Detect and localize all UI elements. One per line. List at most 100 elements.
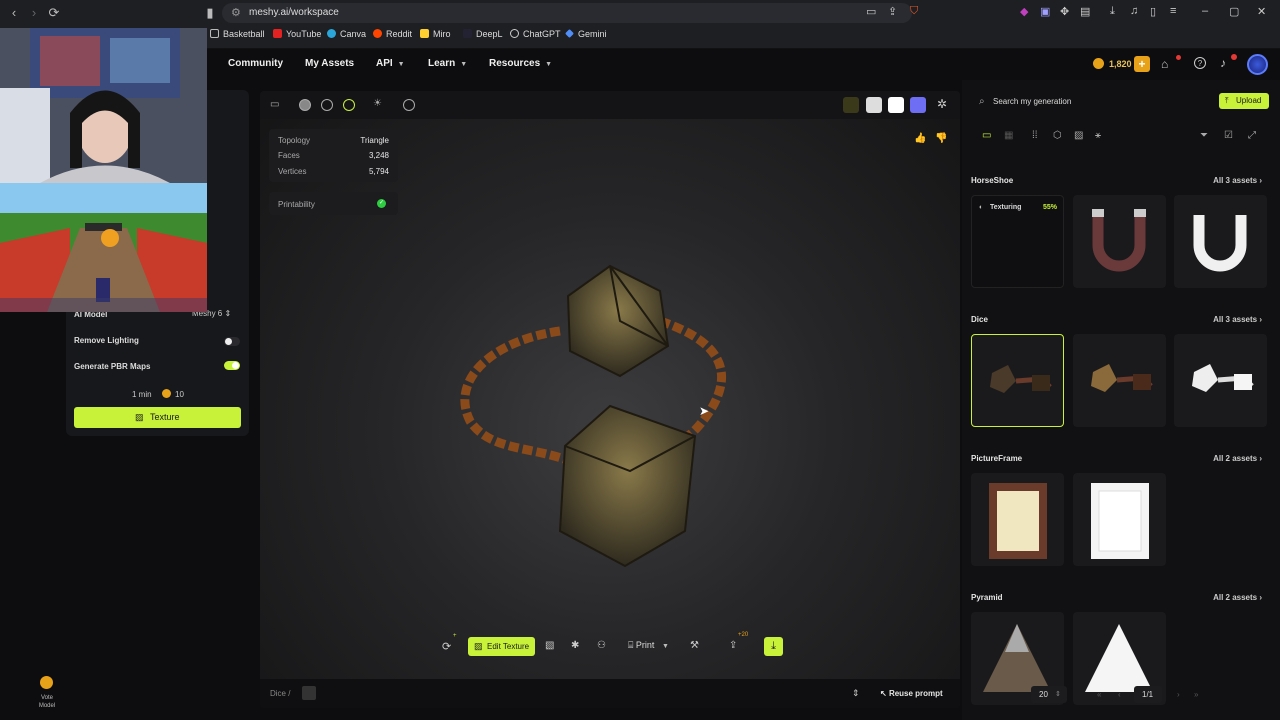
brave-shield-icon[interactable]: ⛉: [910, 5, 918, 18]
extension-icon[interactable]: ▣: [1040, 5, 1050, 18]
texture-view-icon[interactable]: [343, 99, 355, 111]
share-icon[interactable]: ⇪: [729, 640, 737, 651]
expand-icon[interactable]: ⤢: [1248, 130, 1256, 141]
bookmark-gemini[interactable]: Gemini: [565, 29, 607, 39]
grid-view-icon[interactable]: ▦: [1004, 130, 1013, 141]
search-input[interactable]: Search my generation: [993, 97, 1071, 106]
texture-button[interactable]: ▨ Texture: [74, 407, 241, 428]
prev-page-icon[interactable]: ‹: [1118, 690, 1121, 699]
share-icon[interactable]: ⇪: [888, 5, 897, 18]
chevron-updown-icon[interactable]: ⇕: [852, 688, 860, 699]
last-page-icon[interactable]: »: [1194, 690, 1198, 699]
address-bar[interactable]: ⚙ meshy.ai/workspace: [222, 3, 912, 23]
refresh-icon[interactable]: ⟳: [442, 640, 451, 653]
animate-icon[interactable]: ⚇: [597, 640, 606, 651]
wireframe-icon[interactable]: [321, 99, 333, 111]
extensions-puzzle-icon[interactable]: ✥: [1060, 5, 1069, 18]
bookmark-icon[interactable]: ▮: [202, 5, 218, 21]
gift-icon[interactable]: ⌂: [1161, 57, 1168, 71]
asset-card-texturing[interactable]: ◐ Texturing 55%: [971, 195, 1064, 288]
thumbs-up-icon[interactable]: 👍: [914, 133, 926, 144]
forward-icon[interactable]: ›: [26, 5, 42, 21]
media-icon[interactable]: ♫: [1130, 5, 1138, 17]
texture-icon[interactable]: ▨: [1074, 130, 1083, 141]
close-icon[interactable]: ✕: [1257, 5, 1266, 18]
bookmark-reddit[interactable]: Reddit: [373, 29, 412, 39]
edit-texture-button[interactable]: ▨ Edit Texture: [468, 637, 535, 656]
asset-card[interactable]: [1073, 195, 1166, 288]
asset-card[interactable]: [1073, 473, 1166, 566]
print-button[interactable]: ⌸ Print ▼: [628, 640, 669, 651]
generate-pbr-toggle[interactable]: [224, 361, 240, 370]
nav-community[interactable]: Community: [228, 58, 283, 69]
all-assets-link[interactable]: All 3 assets ›: [1213, 315, 1262, 324]
install-icon[interactable]: ▭: [866, 5, 876, 18]
select-icon[interactable]: ☑: [1224, 130, 1233, 141]
bookmark-canva[interactable]: Canva: [327, 29, 366, 39]
reuse-prompt-button[interactable]: ↖ Reuse prompt: [880, 689, 943, 698]
all-assets-link[interactable]: All 2 assets ›: [1213, 593, 1262, 602]
rig-icon[interactable]: ✱: [571, 640, 579, 651]
nav-api[interactable]: API ▼: [376, 58, 405, 69]
avatar[interactable]: [1247, 54, 1268, 75]
site-info-icon[interactable]: ⚙: [231, 6, 241, 19]
time-estimate: 1 min: [132, 390, 152, 399]
env-white-swatch[interactable]: [888, 97, 904, 113]
back-icon[interactable]: ‹: [6, 5, 22, 21]
download-icon[interactable]: ⤓: [1110, 5, 1115, 18]
folder-icon[interactable]: ▭: [982, 130, 991, 141]
bookmark-basketball[interactable]: Basketball: [210, 29, 265, 39]
asset-card[interactable]: [1174, 195, 1267, 288]
grid-small-icon[interactable]: ⁞⁞: [1032, 130, 1038, 141]
breadcrumb[interactable]: Dice /: [270, 689, 290, 698]
maximize-icon[interactable]: ▢: [1229, 5, 1239, 18]
3d-viewport[interactable]: ▭ ☀ ✲ Topology Triangle Faces 3,248 Vert…: [260, 91, 960, 708]
first-page-icon[interactable]: «: [1097, 690, 1101, 699]
bell-icon[interactable]: ♪: [1220, 56, 1226, 70]
nav-resources[interactable]: Resources ▼: [489, 58, 552, 69]
asset-card-selected[interactable]: [971, 334, 1064, 427]
upload-button[interactable]: ⤒ Upload: [1219, 93, 1269, 109]
download-button[interactable]: ⤓: [764, 637, 783, 656]
menu-icon[interactable]: ≡: [1170, 5, 1176, 17]
all-assets-link[interactable]: All 2 assets ›: [1213, 454, 1262, 463]
rig-icon[interactable]: ⚹: [1095, 130, 1101, 141]
add-credits-button[interactable]: +: [1134, 56, 1150, 72]
page-size-select[interactable]: 20 ⇕: [1031, 686, 1067, 703]
remesh-icon[interactable]: ▧: [545, 640, 554, 651]
bookmark-chatgpt[interactable]: ChatGPT: [510, 29, 561, 39]
asset-card[interactable]: [971, 473, 1064, 566]
bookmark-miro[interactable]: Miro: [420, 29, 451, 39]
asset-card[interactable]: [1073, 334, 1166, 427]
filter-icon[interactable]: ⏷: [1200, 130, 1208, 141]
env-light-swatch[interactable]: [866, 97, 882, 113]
nav-my-assets[interactable]: My Assets: [305, 58, 354, 69]
all-assets-link[interactable]: All 3 assets ›: [1213, 176, 1262, 185]
env-dark-swatch[interactable]: [843, 97, 859, 113]
grid-icon[interactable]: [403, 99, 415, 111]
thumbs-down-icon[interactable]: 👎: [935, 133, 947, 144]
nav-learn[interactable]: Learn ▼: [428, 58, 467, 69]
env-color-swatch[interactable]: [910, 97, 926, 113]
settings-icon[interactable]: ✲: [937, 97, 947, 111]
dice-model[interactable]: [450, 261, 740, 571]
vote-model-label[interactable]: Vote Model: [36, 694, 58, 710]
solid-shading-icon[interactable]: [299, 99, 311, 111]
monitor-icon[interactable]: ▭: [270, 99, 279, 110]
wallet-icon[interactable]: ▤: [1080, 5, 1090, 18]
bookmark-deepl[interactable]: DeepL: [463, 29, 503, 39]
reload-icon[interactable]: ⟳: [46, 5, 62, 21]
light-icon[interactable]: ☀: [373, 98, 382, 109]
next-page-icon[interactable]: ›: [1177, 690, 1180, 699]
extension-icon[interactable]: ◆: [1020, 5, 1028, 18]
printability-row[interactable]: Printability ✓: [269, 192, 398, 215]
asset-card[interactable]: [1174, 334, 1267, 427]
help-icon[interactable]: ?: [1194, 57, 1206, 69]
sidebar-icon[interactable]: ▯: [1150, 5, 1156, 18]
minimize-icon[interactable]: –: [1202, 5, 1208, 17]
cube-icon[interactable]: ⬡: [1053, 130, 1062, 141]
remove-lighting-toggle[interactable]: [224, 337, 240, 346]
tool-icon[interactable]: ⚒: [690, 640, 699, 651]
bookmark-youtube[interactable]: YouTube: [273, 29, 321, 39]
vote-model-icon[interactable]: [40, 676, 53, 689]
